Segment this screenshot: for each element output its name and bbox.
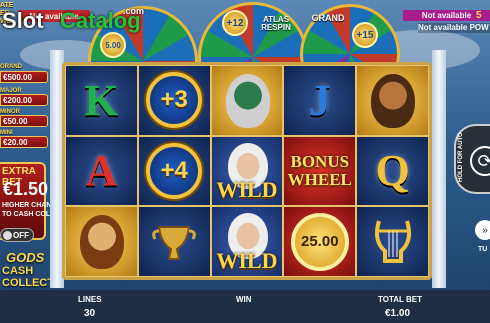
lines-label: LINES xyxy=(78,295,102,304)
reel-cell: 25.00 xyxy=(284,207,356,276)
reel-cell: WILD xyxy=(211,136,283,206)
symbol-bonus-wheel: BONUS WHEEL xyxy=(287,151,352,189)
reel-cell: BONUS WHEEL xyxy=(284,136,356,206)
slotcatalog-watermark: Slot Catalog .com xyxy=(2,2,152,38)
toggle-knob xyxy=(3,231,12,240)
total-bet-label: TOTAL BET xyxy=(378,295,422,304)
wheel-label: WHEEL xyxy=(287,169,352,189)
respin-label: RESPIN xyxy=(261,23,291,32)
athena-portrait-icon xyxy=(80,215,124,270)
wheel-coin-value: +12 xyxy=(226,17,244,29)
not-available-power-banner: Not available POW xyxy=(418,23,490,33)
corner-value: 5 xyxy=(476,10,482,21)
total-bet-value: €1.00 xyxy=(385,308,411,319)
turbo-label: TU xyxy=(478,246,488,253)
jackpot-mini-value: €20.00 xyxy=(0,136,48,148)
jackpot-major-value: €200.00 xyxy=(0,94,48,106)
symbol-wild: WILD xyxy=(216,247,278,273)
symbol-letter-a: A xyxy=(85,146,118,196)
coin-value: +3 xyxy=(160,86,188,114)
reel-cell: WILD xyxy=(211,207,283,276)
reel-cell: +3 xyxy=(138,66,210,135)
logo-slot: Slot xyxy=(2,8,44,33)
urn-icon xyxy=(152,225,196,260)
extra-bet-value: €1.50 xyxy=(3,179,49,199)
symbol-letter-k: K xyxy=(84,75,119,125)
logo-com: .com xyxy=(123,6,145,16)
grand-label: GRAND xyxy=(311,13,345,23)
wheel-coin-value: +15 xyxy=(356,29,374,41)
bottom-info-bar: LINES 30 WIN TOTAL BET €1.00 xyxy=(0,290,490,323)
reel-cell: K xyxy=(66,66,137,135)
cash-value: 25.00 xyxy=(301,233,339,251)
toggle-label: OFF xyxy=(13,230,29,240)
wheel-coin-value: 5.00 xyxy=(105,40,121,50)
hold-for-auto-label: HOLD FOR AUTO xyxy=(458,132,464,182)
reel-cell: A xyxy=(66,136,137,206)
jackpot-grand-value: €500.00 xyxy=(0,71,48,83)
reel-cell: Q xyxy=(357,136,428,206)
turbo-button[interactable]: » xyxy=(475,220,490,240)
extra-bet-toggle[interactable]: OFF xyxy=(0,228,34,242)
game-logo: GODS CASH COLLECT xyxy=(0,250,56,289)
symbol-cash-coin: 25.00 xyxy=(290,212,349,271)
reel-cell xyxy=(138,207,210,276)
game-logo-cash-collect: CASH COLLECT xyxy=(2,265,54,289)
hercules-portrait-icon xyxy=(371,74,416,128)
reel-cell xyxy=(357,66,428,135)
symbol-wild: WILD xyxy=(216,177,278,203)
reel-cell xyxy=(211,66,283,135)
reel-cell: J xyxy=(284,66,356,135)
game-logo-gods: GODS xyxy=(6,250,45,265)
symbol-plus-coin: +3 xyxy=(146,72,203,129)
poseidon-portrait-icon xyxy=(225,74,270,128)
coin-value: +4 xyxy=(160,156,188,184)
reel-cell xyxy=(357,207,428,276)
symbol-letter-j: J xyxy=(308,75,331,125)
lines-value: 30 xyxy=(84,308,96,319)
atlas-respin-label: ATLAS RESPIN xyxy=(256,16,296,32)
spin-arrows-icon: ⟳ xyxy=(477,150,490,171)
reel-cell: +4 xyxy=(138,136,210,206)
jackpot-grand-label: GRAND xyxy=(0,64,22,70)
symbol-plus-coin: +4 xyxy=(146,142,203,199)
wheel-coin-plus12: +12 xyxy=(222,10,248,36)
reel-grid: K +3 J A +4 WILD BONUS WHEEL Q WILD 25.00 xyxy=(66,66,428,276)
lyre-icon xyxy=(374,220,411,263)
win-label: WIN xyxy=(236,295,252,304)
jackpot-minor-value: €50.00 xyxy=(0,115,48,127)
reel-cell xyxy=(66,207,137,276)
bonus-label: BONUS xyxy=(290,151,350,171)
symbol-letter-q: Q xyxy=(375,146,410,196)
wheel-coin-plus15: +15 xyxy=(352,22,378,48)
pillar-right xyxy=(432,50,446,288)
turbo-icon: » xyxy=(482,224,488,236)
